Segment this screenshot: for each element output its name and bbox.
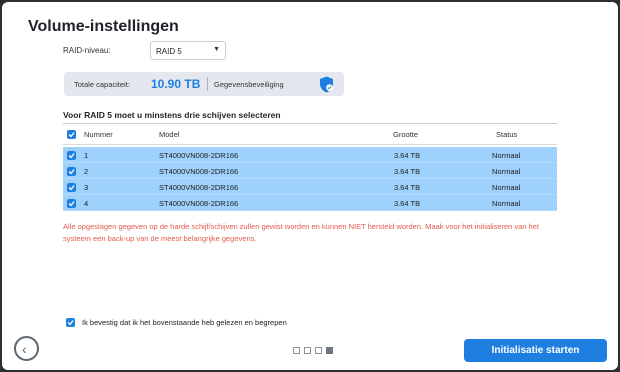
- capacity-divider: [207, 77, 208, 91]
- step-dot: [304, 347, 311, 354]
- row-checkbox[interactable]: [67, 183, 76, 192]
- disk-status: Normaal: [492, 167, 521, 176]
- disk-status: Normaal: [492, 199, 521, 208]
- raid-level-label: RAID-niveau:: [63, 46, 111, 55]
- column-header-number[interactable]: Nummer: [84, 130, 113, 139]
- warning-line: Alle opgeslagen gegeven op de harde schi…: [63, 222, 539, 231]
- step-dot: [315, 347, 322, 354]
- raid-level-select[interactable]: RAID 5 ▼: [150, 41, 226, 60]
- disk-status: Normaal: [492, 183, 521, 192]
- disk-table: 1 ST4000VN008-2DR166 3.64 TB Normaal 2 S…: [63, 147, 557, 211]
- step-dot: [293, 347, 300, 354]
- row-checkbox[interactable]: [67, 151, 76, 160]
- disk-number: 1: [84, 151, 89, 160]
- confirm-label[interactable]: Ik bevestig dat ik het bovenstaande heb …: [82, 318, 287, 327]
- warning-line: systeem een back-up van de meest belangr…: [63, 234, 257, 243]
- divider: [63, 123, 557, 124]
- column-header-status[interactable]: Status: [496, 130, 517, 139]
- capacity-label: Totale capaciteit:: [74, 80, 130, 89]
- disk-size: 3.64 TB: [394, 199, 421, 208]
- divider: [63, 144, 557, 145]
- column-header-size[interactable]: Grootte: [393, 130, 418, 139]
- disk-status: Normaal: [492, 151, 521, 160]
- chevron-down-icon: ▼: [213, 46, 220, 53]
- capacity-panel: Totale capaciteit: 10.90 TB Gegevensbeve…: [64, 72, 344, 96]
- column-header-model[interactable]: Model: [159, 130, 179, 139]
- shield-check-icon: [320, 76, 333, 93]
- confirm-checkbox[interactable]: [66, 318, 75, 327]
- table-row[interactable]: 1 ST4000VN008-2DR166 3.64 TB Normaal: [63, 147, 557, 163]
- disk-size: 3.64 TB: [394, 183, 421, 192]
- section-heading: Voor RAID 5 moet u minstens drie schijve…: [63, 110, 281, 120]
- data-protection-label: Gegevensbeveiliging: [214, 80, 284, 89]
- row-checkbox[interactable]: [67, 199, 76, 208]
- raid-level-value: RAID 5: [156, 47, 182, 56]
- table-row[interactable]: 2 ST4000VN008-2DR166 3.64 TB Normaal: [63, 163, 557, 179]
- table-row[interactable]: 3 ST4000VN008-2DR166 3.64 TB Normaal: [63, 179, 557, 195]
- dialog-title: Volume-instellingen: [28, 18, 179, 35]
- disk-number: 4: [84, 199, 89, 208]
- disk-model: ST4000VN008-2DR166: [159, 199, 239, 208]
- back-button[interactable]: ‹: [14, 336, 39, 361]
- disk-model: ST4000VN008-2DR166: [159, 151, 239, 160]
- disk-model: ST4000VN008-2DR166: [159, 183, 239, 192]
- volume-settings-dialog: Volume-instellingen RAID-niveau: RAID 5 …: [2, 2, 618, 370]
- disk-size: 3.64 TB: [394, 167, 421, 176]
- select-all-checkbox[interactable]: [67, 130, 76, 139]
- disk-number: 2: [84, 167, 89, 176]
- capacity-value: 10.90 TB: [151, 77, 201, 91]
- step-dot-active: [326, 347, 333, 354]
- disk-model: ST4000VN008-2DR166: [159, 167, 239, 176]
- back-arrow-icon: ‹: [22, 341, 27, 357]
- start-initialization-button[interactable]: Initialisatie starten: [464, 339, 607, 362]
- data-loss-warning: Alle opgeslagen gegeven op de harde schi…: [63, 221, 553, 245]
- disk-size: 3.64 TB: [394, 151, 421, 160]
- table-row[interactable]: 4 ST4000VN008-2DR166 3.64 TB Normaal: [63, 195, 557, 211]
- table-header: Nummer Model Grootte Status: [63, 127, 557, 143]
- disk-number: 3: [84, 183, 89, 192]
- row-checkbox[interactable]: [67, 167, 76, 176]
